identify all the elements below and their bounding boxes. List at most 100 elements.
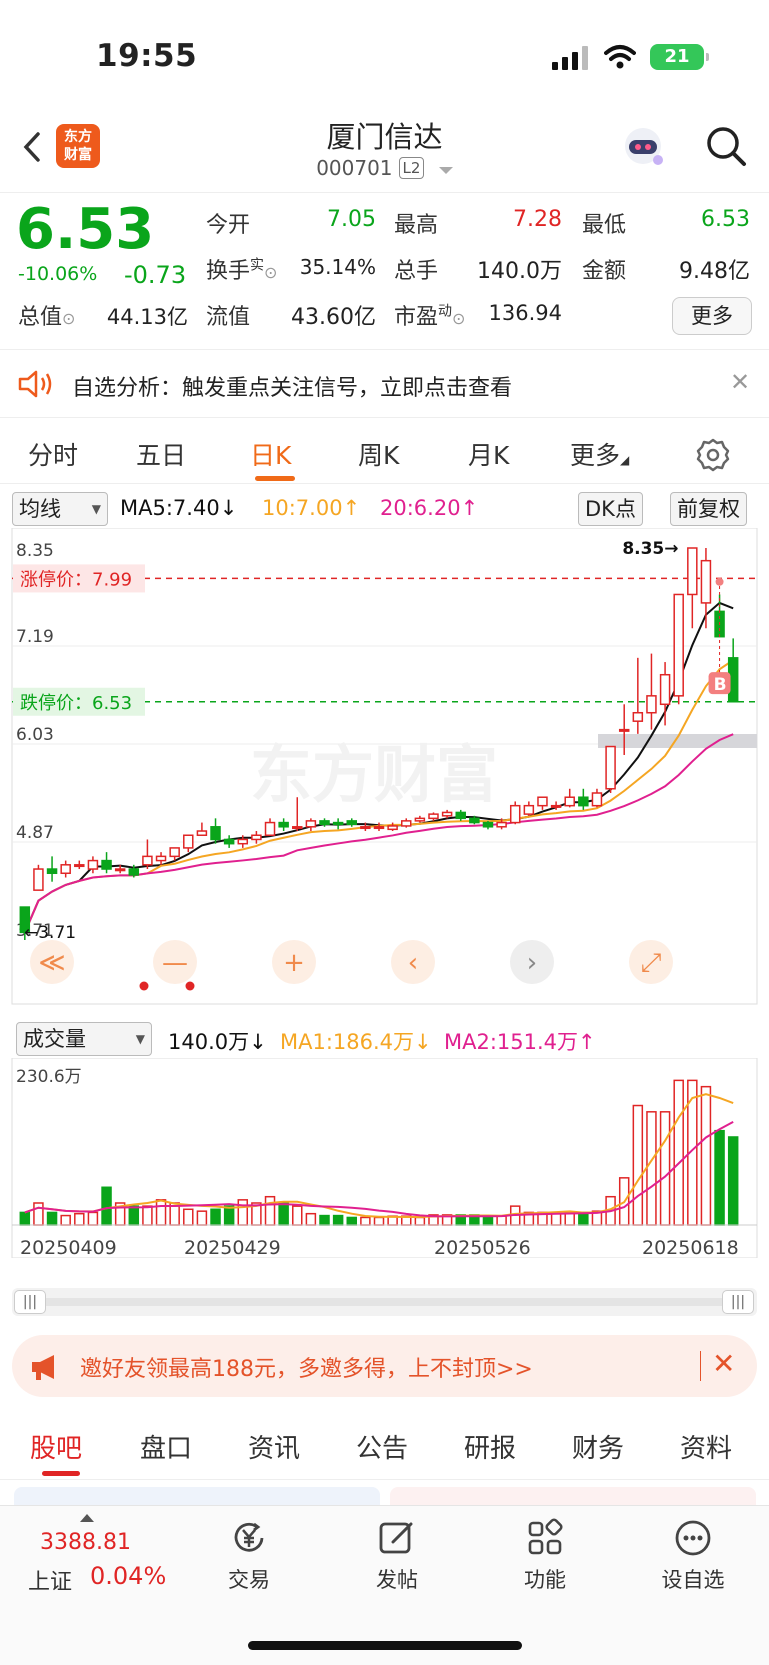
ai-assistant-icon[interactable] [620, 124, 666, 170]
volume-bar-up [264, 1195, 276, 1226]
tab-intraday[interactable]: 分时 [28, 436, 78, 472]
candle-up [550, 804, 562, 808]
index-value: 3388.81 [40, 1530, 131, 1555]
candle-up [196, 830, 208, 836]
more-button[interactable]: 更多 [672, 297, 752, 335]
volume-bar-up [360, 1216, 371, 1226]
battery-icon: 21 [650, 44, 709, 70]
index-name: 上证 [28, 1570, 73, 1595]
volume-bar-up [373, 1216, 385, 1226]
volume-bar-down [714, 1129, 725, 1226]
zoom-in-control-icon: + [283, 948, 305, 978]
candlestick-chart[interactable]: 8.357.196.034.873.71东方财富涨停价：7.99跌停价：6.53… [0, 528, 769, 1006]
battery-level: 21 [664, 46, 690, 67]
volume-bar-down [346, 1216, 358, 1226]
triangle-icon: ◢ [620, 453, 630, 467]
x-date-label: 20250526 [434, 1237, 531, 1258]
candle-up [537, 796, 548, 807]
tab-more[interactable]: 更多◢ [570, 436, 629, 472]
candle-up [114, 868, 126, 872]
amount-label: 金额 [582, 259, 627, 284]
nav-watchlist-label: 设自选 [661, 1568, 725, 1592]
tab-guba[interactable]: 股吧 [30, 1428, 82, 1465]
candle-up [155, 855, 167, 862]
info-dots-icon: ⊙ [264, 263, 278, 282]
slider-left-handle[interactable]: ||| [14, 1290, 46, 1314]
invite-promo-banner[interactable]: 邀好友领最高188元，多邀多得，上不封顶>> ✕ [12, 1335, 757, 1397]
zoom-in-control[interactable]: + [272, 940, 316, 984]
candle-up [251, 834, 262, 841]
volume-bar-up [142, 1205, 153, 1226]
volume-ma2-text: MA2:151.4万 [444, 1030, 579, 1054]
scroll-left-control-icon: ‹ [408, 948, 418, 978]
active-tab-indicator [42, 1471, 80, 1476]
tab-finance[interactable]: 财务 [572, 1428, 624, 1465]
candle-up [74, 864, 85, 868]
candle-down [578, 796, 589, 807]
tab-news[interactable]: 资讯 [248, 1428, 300, 1465]
volume-bar-down [727, 1136, 739, 1226]
candle-up [591, 792, 603, 807]
chart-range-slider[interactable]: ||| ||| [12, 1288, 757, 1316]
volume-bar-up [700, 1085, 712, 1226]
candle-up [264, 821, 276, 836]
tab-five-day[interactable]: 五日 [136, 436, 186, 472]
x-date-label: 20250429 [184, 1237, 281, 1258]
turnover-sup: 实 [250, 257, 265, 274]
tab-daily-k[interactable]: 日K [250, 436, 291, 472]
mcap-label[interactable]: 总值⊙ [18, 299, 75, 331]
dropdown-triangle-icon: ▼ [91, 502, 101, 516]
candle-up [305, 820, 317, 828]
close-icon[interactable]: ✕ [730, 368, 750, 396]
candle-up [605, 745, 616, 790]
promo-text: 邀好友领最高188元，多邀多得，上不封顶>> [80, 1357, 533, 1382]
volume-select[interactable]: 成交量 ▼ [16, 1022, 152, 1056]
close-icon[interactable]: ✕ [712, 1347, 735, 1380]
high-value: 7.28 [513, 207, 562, 232]
notice-bar[interactable]: 自选分析：触发重点关注信号，立即点击查看 ✕ [0, 350, 769, 418]
dk-signal-dot [139, 981, 149, 991]
search-icon[interactable] [704, 124, 748, 168]
tab-monthly-k[interactable]: 月K [468, 436, 509, 472]
tab-announcements[interactable]: 公告 [356, 1428, 408, 1465]
nav-trade[interactable]: 交易 [194, 1518, 304, 1594]
volume-bar-down [101, 1186, 112, 1226]
nav-features[interactable]: 功能 [490, 1518, 600, 1594]
zoom-out-control[interactable]: — [153, 940, 197, 984]
zoom-left-control[interactable]: ≪ [30, 940, 74, 984]
tab-weekly-k[interactable]: 周K [358, 436, 399, 472]
ma10-text: 10:7.00 [262, 496, 343, 520]
zoom-out-control-icon: — [162, 948, 188, 978]
nav-post[interactable]: 发帖 [342, 1518, 452, 1594]
volume-bar-down [19, 1211, 31, 1226]
tab-research[interactable]: 研报 [464, 1428, 516, 1465]
megaphone-icon [32, 1355, 54, 1380]
tab-pankou[interactable]: 盘口 [140, 1428, 192, 1465]
expand-up-icon[interactable] [80, 1514, 94, 1522]
tab-profile[interactable]: 资料 [680, 1428, 732, 1465]
volume-bar-up [496, 1215, 507, 1226]
buy-marker-dot [715, 577, 724, 586]
ma-select[interactable]: 均线 ▼ [12, 492, 108, 526]
home-indicator [248, 1641, 522, 1650]
tab-more-label: 更多 [570, 441, 621, 470]
fullscreen-control[interactable]: ⤢ [629, 940, 673, 984]
dk-point-button[interactable]: DK点 [578, 492, 643, 526]
turnover-label[interactable]: 换手实⊙ [206, 253, 277, 285]
change-amount: -0.73 [124, 261, 187, 289]
nav-trade-label: 交易 [228, 1568, 270, 1592]
turnover-value: 35.14% [299, 255, 376, 279]
change-percent: -10.06% [18, 263, 98, 285]
settings-gear-icon[interactable] [696, 438, 730, 472]
slider-right-handle[interactable]: ||| [722, 1290, 754, 1314]
volume-bar-up [87, 1211, 99, 1226]
volume-chart[interactable]: 230.6万 20250409 20250429 20250526 20250618 [0, 1058, 769, 1258]
volume-bar-up [632, 1104, 644, 1226]
adjust-button[interactable]: 前复权 [670, 492, 747, 526]
nav-watchlist[interactable]: 设自选 [638, 1518, 748, 1594]
speaker-icon [18, 370, 52, 398]
candle-up [414, 817, 426, 822]
scroll-right-control[interactable]: › [510, 940, 554, 984]
scroll-left-control[interactable]: ‹ [391, 940, 435, 984]
pe-label[interactable]: 市盈动⊙ [394, 299, 465, 331]
